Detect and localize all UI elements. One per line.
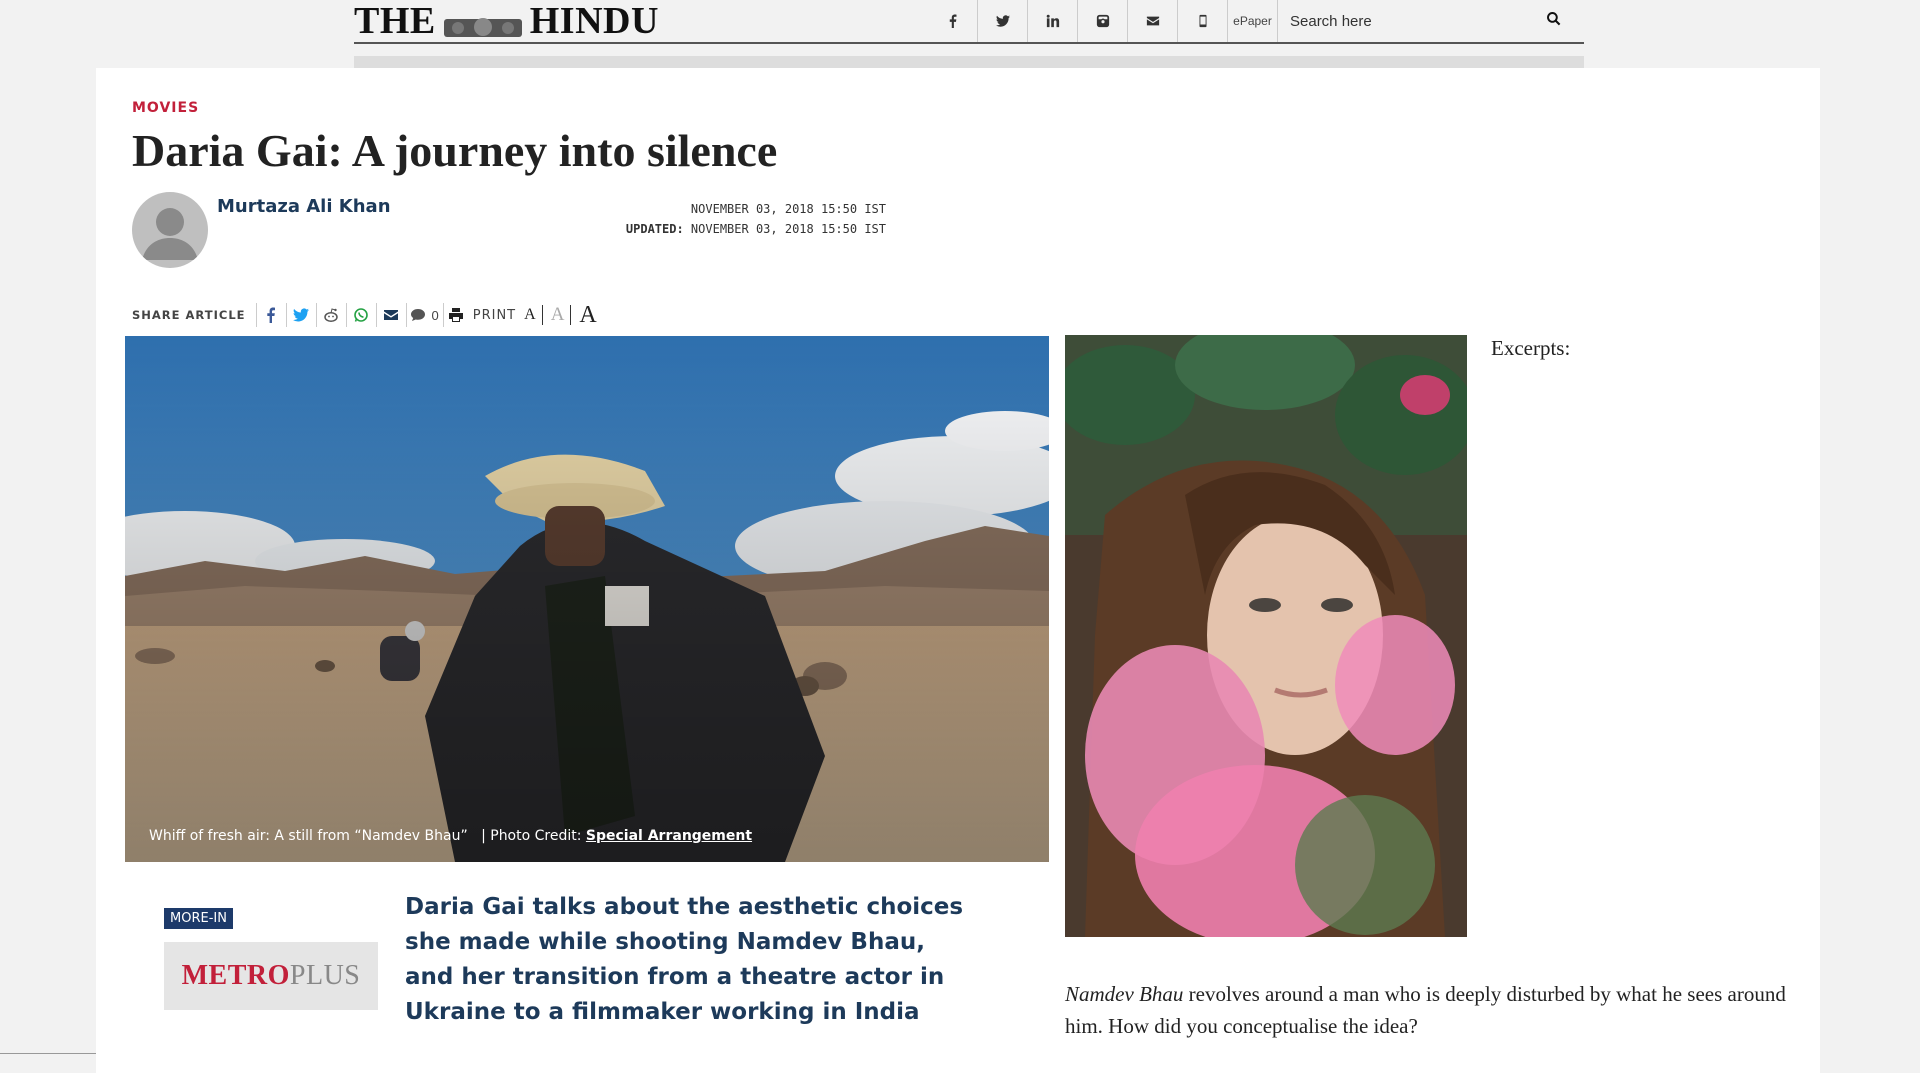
print-icon[interactable]: [442, 303, 469, 327]
divider: [0, 1053, 96, 1054]
comment-icon[interactable]: [405, 303, 430, 327]
hero-photo: [125, 336, 1049, 862]
caption-credit-label: | Photo Credit:: [481, 828, 582, 844]
linkedin-icon[interactable]: [1028, 0, 1078, 42]
updated-date: NOVEMBER 03, 2018 15:50 IST: [690, 222, 886, 236]
metroplus-logo-metro: METRO: [181, 960, 290, 991]
reddit-share-icon[interactable]: [315, 303, 346, 327]
font-size-small[interactable]: A: [524, 305, 543, 325]
excerpts-heading: Excerpts:: [1491, 336, 1571, 360]
portrait-photo: [1065, 335, 1467, 937]
nav-strip: [354, 56, 1584, 68]
search-input[interactable]: [1278, 12, 1538, 30]
logo-text-the: THE: [354, 0, 436, 42]
more-in-badge: MORE-IN: [164, 908, 233, 929]
article-card: MOVIES Daria Gai: A journey into silence…: [96, 68, 1820, 1073]
hero-image: Whiff of fresh air: A still from “Namdev…: [125, 336, 1049, 862]
interview-question: Namdev Bhau revolves around a man who is…: [1065, 978, 1805, 1042]
caption-text: Whiff of fresh air: A still from “Namdev…: [149, 828, 468, 844]
facebook-share-icon[interactable]: [255, 303, 286, 327]
font-size-large[interactable]: A: [579, 303, 602, 327]
font-size-medium[interactable]: A: [551, 305, 572, 325]
portrait-image: [1065, 335, 1467, 937]
header-social-icons: ePaper: [928, 0, 1278, 42]
mail-icon[interactable]: [1128, 0, 1178, 42]
twitter-icon[interactable]: [978, 0, 1028, 42]
site-header: THE HINDU ePaper: [354, 0, 1584, 44]
author-name[interactable]: Murtaza Ali Khan: [217, 196, 391, 217]
updated-label: UPDATED:: [625, 222, 684, 236]
facebook-icon[interactable]: [928, 0, 978, 42]
question-film-title: Namdev Bhau: [1065, 982, 1184, 1006]
email-share-icon[interactable]: [375, 303, 406, 327]
search-icon[interactable]: [1546, 11, 1566, 31]
twitter-share-icon[interactable]: [285, 303, 316, 327]
article-dates: NOVEMBER 03, 2018 15:50 IST UPDATED: NOV…: [516, 199, 886, 239]
article-lede: Daria Gai talks about the aesthetic choi…: [405, 894, 964, 1025]
caption-credit-link[interactable]: Special Arrangement: [586, 828, 752, 844]
share-bar: SHARE ARTICLE 0 PRINT A A A: [132, 300, 603, 330]
search-box: [1278, 0, 1584, 42]
author-avatar[interactable]: [132, 192, 208, 268]
print-label[interactable]: PRINT: [473, 308, 516, 323]
published-date: NOVEMBER 03, 2018 15:50 IST: [690, 202, 886, 216]
mobile-icon[interactable]: [1178, 0, 1228, 42]
section-label[interactable]: MOVIES: [132, 100, 199, 116]
instagram-icon[interactable]: [1078, 0, 1128, 42]
article-headline: Daria Gai: A journey into silence: [132, 125, 778, 176]
emblem-icon: [440, 7, 526, 37]
epaper-link[interactable]: ePaper: [1228, 0, 1278, 42]
site-logo[interactable]: THE HINDU: [354, 0, 659, 43]
whatsapp-share-icon[interactable]: [345, 303, 376, 327]
updated-row: UPDATED: NOVEMBER 03, 2018 15:50 IST: [516, 219, 886, 239]
metroplus-logo[interactable]: METRO PLUS: [164, 942, 378, 1010]
metroplus-logo-plus: PLUS: [289, 960, 361, 991]
share-article-label: SHARE ARTICLE: [132, 308, 246, 322]
hero-caption: Whiff of fresh air: A still from “Namdev…: [149, 828, 752, 844]
comment-count: 0: [431, 307, 439, 323]
logo-text-hindu: HINDU: [529, 0, 659, 42]
